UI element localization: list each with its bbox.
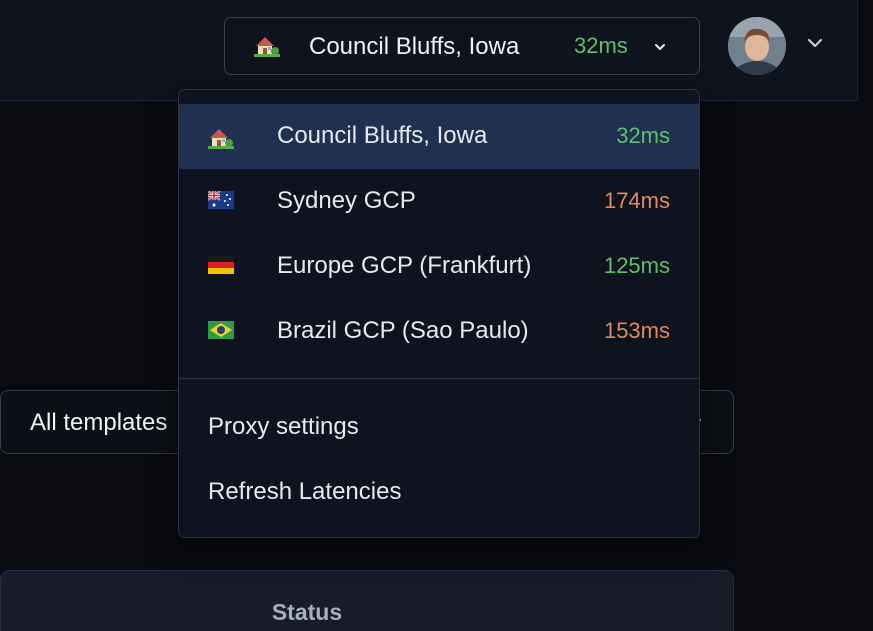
current-region-name: Council Bluffs, Iowa [309,33,520,60]
region-item-sao-paulo[interactable]: Brazil GCP (Sao Paulo) 153ms [179,299,699,364]
proxy-settings-label: Proxy settings [208,413,359,440]
australia-flag-icon [208,191,234,209]
region-latency: 32ms [616,123,670,148]
region-item-council-bluffs[interactable]: Council Bluffs, Iowa 32ms [179,104,699,169]
proxy-settings-item[interactable]: Proxy settings [179,396,699,456]
house-with-garden-icon [208,129,234,149]
region-latency: 125ms [603,253,670,278]
templates-filter-label: All templates [30,409,168,436]
region-name: Europe GCP (Frankfurt) [277,252,532,279]
proxy-region-dropdown: Council Bluffs, Iowa 32ms Sydney GCP 174… [178,89,700,538]
user-avatar-icon [728,17,786,75]
user-menu-chevron-icon[interactable] [806,36,824,50]
region-name: Council Bluffs, Iowa [277,122,488,149]
region-item-sydney[interactable]: Sydney GCP 174ms [179,169,699,234]
region-latency: 153ms [603,318,670,343]
menu-divider [179,378,699,379]
house-with-garden-icon [254,37,280,57]
region-item-frankfurt[interactable]: Europe GCP (Frankfurt) 125ms [179,234,699,299]
table-header-status: Status [271,599,343,625]
avatar[interactable] [728,17,786,75]
refresh-latencies-item[interactable]: Refresh Latencies [179,461,699,521]
region-name: Brazil GCP (Sao Paulo) [277,317,529,344]
brazil-flag-icon [208,321,234,339]
region-latency: 174ms [603,188,670,213]
page: All templates Status Council Bluffs, Iow… [0,0,873,631]
germany-flag-icon [208,256,234,274]
region-name: Sydney GCP [277,187,416,214]
current-region-latency: 32ms [574,33,628,58]
workspaces-table: Status [0,570,734,631]
refresh-latencies-label: Refresh Latencies [208,478,402,505]
proxy-region-button[interactable]: Council Bluffs, Iowa 32ms [224,17,700,75]
top-navbar: Council Bluffs, Iowa 32ms [0,0,858,101]
chevron-down-icon [655,44,665,50]
